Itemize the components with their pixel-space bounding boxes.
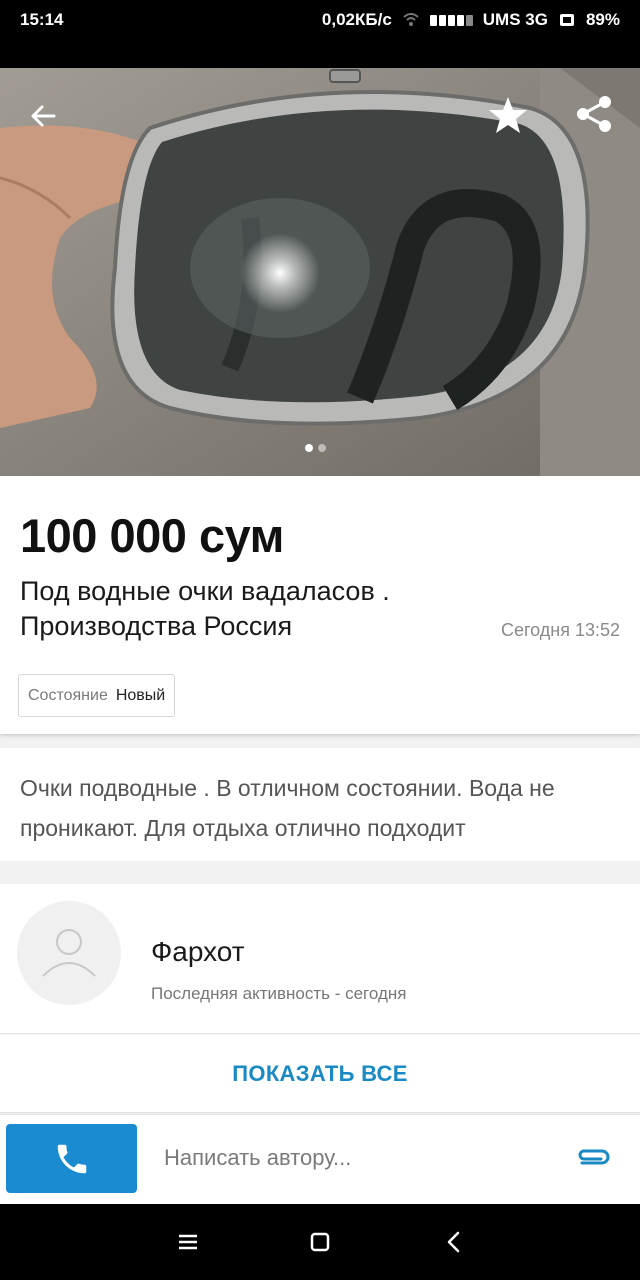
wifi-icon <box>403 13 419 26</box>
back-icon[interactable] <box>440 1228 468 1256</box>
status-bar: 15:14 0,02КБ/с UMS 3G 89% <box>0 0 640 68</box>
listing-title: Под водные очки вадаласов . Производства… <box>20 576 390 641</box>
seller-card[interactable]: Фархот Последняя активность - сегодня <box>0 884 640 1034</box>
slide-indicator <box>305 444 326 452</box>
sim-icon <box>559 14 574 26</box>
star-icon[interactable] <box>486 94 530 138</box>
listing-info: 100 000 сум Под водные очки вадаласов . … <box>0 476 640 734</box>
listing-photo[interactable] <box>0 68 640 476</box>
message-bar <box>0 1114 640 1204</box>
price: 100 000 сум <box>20 509 284 562</box>
condition-label: Состояние <box>28 686 108 704</box>
avatar[interactable] <box>17 901 121 1005</box>
message-input[interactable] <box>152 1135 552 1181</box>
listing-description: Очки подводные . В отличном состоянии. В… <box>0 748 640 861</box>
slide-dot[interactable] <box>318 444 326 452</box>
phone-icon <box>57 1144 86 1173</box>
listing-date: Сегодня 13:52 <box>500 620 620 640</box>
seller-name[interactable]: Фархот <box>151 936 245 968</box>
home-icon[interactable] <box>306 1228 334 1256</box>
navigation-bar <box>0 1204 640 1280</box>
avatar-icon <box>42 929 96 977</box>
carrier-name: UMS 3G <box>482 10 548 29</box>
battery-level: 89% <box>585 10 620 29</box>
network-speed: 0,02КБ/с <box>321 10 392 29</box>
signal-icon <box>429 14 473 26</box>
show-all-button[interactable]: ПОКАЗАТЬ ВСЕ <box>0 1035 640 1113</box>
goggles-photo <box>0 68 640 476</box>
back-arrow-icon[interactable] <box>24 96 64 136</box>
seller-activity: Последняя активность - сегодня <box>151 984 407 1003</box>
slide-dot[interactable] <box>305 444 313 452</box>
share-icon[interactable] <box>572 92 616 136</box>
condition-value: Новый <box>115 686 166 704</box>
call-button[interactable] <box>6 1124 137 1193</box>
condition-tag: Состояние Новый <box>18 674 176 717</box>
listing-content: 100 000 сум Под водные очки вадаласов . … <box>0 476 640 1204</box>
status-right: 0,02КБ/с UMS 3G 89% <box>322 10 620 30</box>
paperclip-icon[interactable] <box>574 1143 614 1173</box>
status-time: 15:14 <box>20 10 64 29</box>
menu-icon[interactable] <box>174 1228 202 1256</box>
